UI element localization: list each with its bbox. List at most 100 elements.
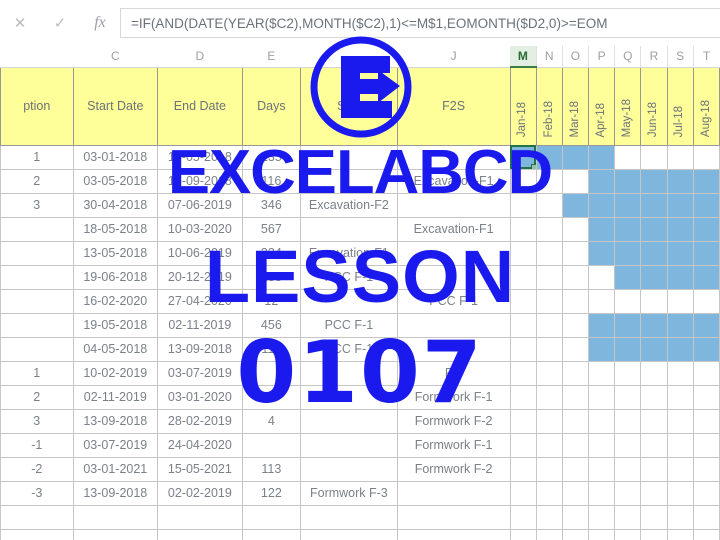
gantt-cell-empty[interactable] <box>561 264 590 290</box>
cell-s2s[interactable] <box>300 528 398 540</box>
cell-days[interactable]: 4 <box>241 408 302 434</box>
cell-days[interactable]: 346 <box>241 192 302 218</box>
header-cell-jul-18[interactable]: Jul-18 <box>666 66 694 146</box>
header-cell-may-18[interactable]: May-18 <box>614 66 642 146</box>
table-row[interactable]: 04-05-2018 13-09-2018 113 PCC F-1 <box>0 336 720 362</box>
gantt-cell-empty[interactable] <box>666 432 694 458</box>
cancel-x-icon[interactable]: ✕ <box>0 14 40 32</box>
gantt-cell-empty[interactable] <box>614 504 642 530</box>
cell-s2s[interactable] <box>300 168 398 194</box>
cell-f2s[interactable] <box>396 192 511 218</box>
gantt-cell-empty[interactable] <box>509 432 537 458</box>
column-header-N[interactable]: N <box>535 46 563 68</box>
gantt-cell-empty[interactable] <box>561 456 590 482</box>
table-row[interactable] <box>0 504 720 530</box>
cell-desc[interactable] <box>0 504 74 530</box>
gantt-cell-empty[interactable] <box>509 504 537 530</box>
cell-days[interactable]: 113 <box>241 456 302 482</box>
gantt-cell-empty[interactable] <box>535 360 563 386</box>
cell-end-date[interactable]: 03-01-2020 <box>157 384 243 410</box>
cell-s2s[interactable]: Formwork F-3 <box>300 480 398 506</box>
column-header-M[interactable]: M <box>510 46 537 68</box>
gantt-cell-empty[interactable] <box>692 504 720 530</box>
gantt-cell-empty[interactable] <box>692 456 720 482</box>
cell-end-date[interactable]: 15-05-2018 <box>157 144 243 170</box>
gantt-cell-empty[interactable] <box>561 360 590 386</box>
cell-s2s[interactable]: PCC F-1 <box>300 264 398 290</box>
gantt-cell-empty[interactable] <box>509 216 537 242</box>
table-row[interactable]: 2 03-05-2018 15-09-2018 116 Excavation-F1 <box>0 168 720 194</box>
header-cell-jan-18[interactable]: Jan-18 <box>509 66 537 146</box>
cell-end-date[interactable] <box>157 528 243 540</box>
cell-start-date[interactable]: 03-01-2021 <box>72 456 159 482</box>
gantt-cell-filled[interactable] <box>640 312 668 338</box>
cell-s2s[interactable] <box>300 360 398 386</box>
gantt-cell-empty[interactable] <box>561 288 590 314</box>
gantt-cell-empty[interactable] <box>588 264 616 290</box>
gantt-cell-filled[interactable] <box>509 144 537 170</box>
gantt-cell-empty[interactable] <box>666 408 694 434</box>
gantt-cell-filled[interactable] <box>666 216 694 242</box>
gantt-cell-filled[interactable] <box>640 240 668 266</box>
table-row[interactable]: 19-06-2018 20-12-2019 233 PCC F-1 <box>0 264 720 290</box>
cell-f2s[interactable] <box>396 264 511 290</box>
gantt-cell-empty[interactable] <box>509 240 537 266</box>
cell-f2s[interactable] <box>396 240 511 266</box>
gantt-cell-filled[interactable] <box>588 216 616 242</box>
gantt-cell-empty[interactable] <box>509 408 537 434</box>
gantt-cell-empty[interactable] <box>509 360 537 386</box>
header-cell-apr-18[interactable]: Apr-18 <box>588 66 616 146</box>
table-row[interactable]: -1 03-07-2019 24-04-2020 Formwork F-1 <box>0 432 720 458</box>
gantt-cell-filled[interactable] <box>588 312 616 338</box>
gantt-cell-empty[interactable] <box>561 312 590 338</box>
table-row[interactable]: 19-05-2018 02-11-2019 456 PCC F-1 <box>0 312 720 338</box>
gantt-cell-empty[interactable] <box>509 264 537 290</box>
gantt-cell-empty[interactable] <box>535 384 563 410</box>
gantt-cell-empty[interactable] <box>666 528 694 540</box>
column-header-J[interactable]: J <box>397 46 510 68</box>
cell-f2s[interactable]: PC <box>396 360 511 386</box>
header-cell-ption[interactable]: ption <box>0 66 74 146</box>
header-cell-aug-18[interactable]: Aug-18 <box>692 66 720 146</box>
column-header-E[interactable]: E <box>242 46 301 68</box>
gantt-cell-empty[interactable] <box>640 408 668 434</box>
gantt-cell-filled[interactable] <box>614 336 642 362</box>
gantt-cell-empty[interactable] <box>614 360 642 386</box>
cell-days[interactable] <box>241 504 302 530</box>
gantt-cell-empty[interactable] <box>692 408 720 434</box>
cell-s2s[interactable] <box>300 288 398 314</box>
table-row[interactable] <box>0 528 720 540</box>
table-row[interactable]: 3 30-04-2018 07-06-2019 346 Excavation-F2 <box>0 192 720 218</box>
cell-end-date[interactable]: 20-12-2019 <box>157 264 243 290</box>
column-header-blank[interactable] <box>0 46 73 68</box>
gantt-cell-filled[interactable] <box>692 192 720 218</box>
gantt-cell-empty[interactable] <box>535 432 563 458</box>
gantt-cell-empty[interactable] <box>692 144 720 170</box>
table-row[interactable]: 16-02-2020 27-04-2020 12 PCC F-1 <box>0 288 720 314</box>
gantt-cell-empty[interactable] <box>588 528 616 540</box>
gantt-cell-empty[interactable] <box>535 456 563 482</box>
gantt-cell-empty[interactable] <box>535 168 563 194</box>
column-header-D[interactable]: D <box>157 46 243 68</box>
column-header-O[interactable]: O <box>561 46 589 68</box>
gantt-cell-filled[interactable] <box>640 192 668 218</box>
gantt-cell-filled[interactable] <box>614 264 642 290</box>
gantt-cell-empty[interactable] <box>588 408 616 434</box>
gantt-cell-empty[interactable] <box>561 504 590 530</box>
header-cell-start-date[interactable]: Start Date <box>72 66 159 146</box>
gantt-cell-filled[interactable] <box>692 216 720 242</box>
gantt-cell-filled[interactable] <box>666 312 694 338</box>
gantt-cell-empty[interactable] <box>535 312 563 338</box>
gantt-cell-empty[interactable] <box>535 264 563 290</box>
gantt-cell-filled[interactable] <box>666 240 694 266</box>
cell-s2s[interactable] <box>300 456 398 482</box>
gantt-cell-filled[interactable] <box>692 240 720 266</box>
gantt-cell-empty[interactable] <box>692 288 720 314</box>
gantt-cell-empty[interactable] <box>666 456 694 482</box>
gantt-cell-empty[interactable] <box>588 288 616 314</box>
cell-desc[interactable]: 2 <box>0 384 74 410</box>
gantt-cell-empty[interactable] <box>640 288 668 314</box>
cell-start-date[interactable]: 03-05-2018 <box>72 168 159 194</box>
cell-days[interactable]: 334 <box>241 240 302 266</box>
cell-desc[interactable]: 3 <box>0 192 74 218</box>
